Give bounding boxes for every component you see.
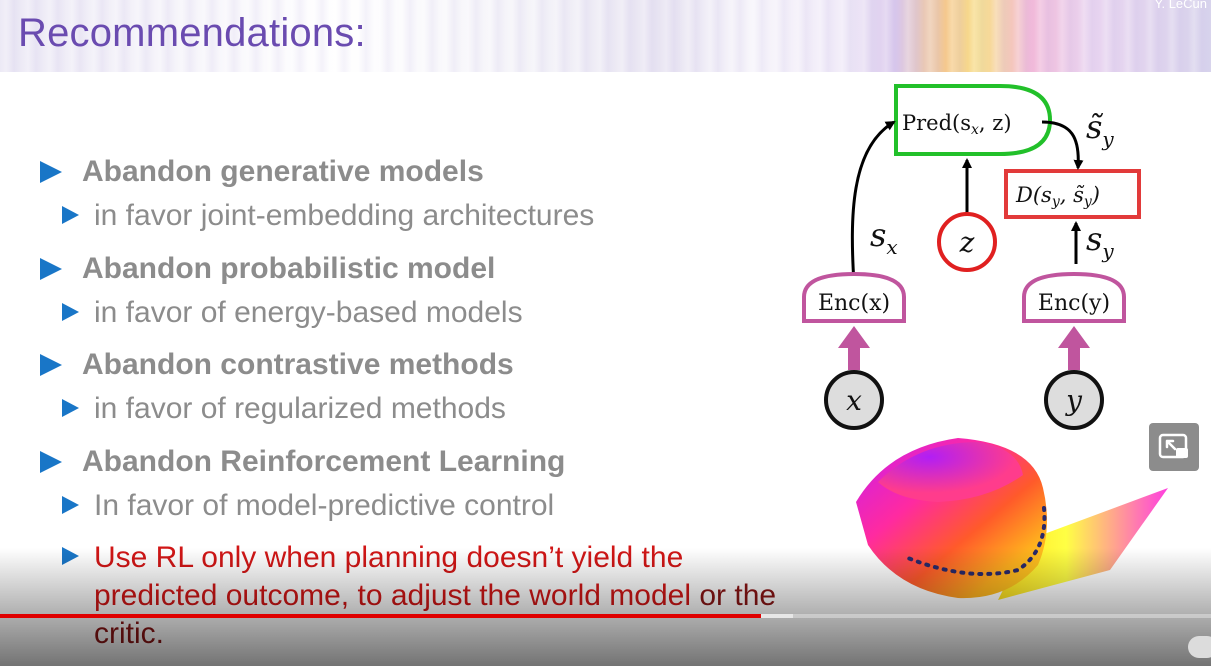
predicted-sy-label: s̃y (1086, 108, 1114, 151)
bullet-arrow-icon (40, 161, 62, 183)
progress-played (0, 614, 761, 618)
encoder-y-label: Enc(y) (1038, 291, 1110, 316)
bullet-arrow-icon (40, 451, 62, 473)
sub-bullet-text: in favor of regularized methods (94, 392, 506, 425)
bullet-item: Abandon generative models (40, 154, 484, 190)
progress-bar[interactable] (0, 614, 1211, 618)
bullet-text: Abandon Reinforcement Learning (82, 445, 566, 478)
sub-bullet-text: in favor joint-embedding architectures (94, 199, 595, 232)
sub-bullet-text: In favor of model-predictive control (94, 489, 555, 522)
predictor-label: Pred(sx, z) (902, 111, 1012, 138)
bullet-item: Abandon Reinforcement Learning (40, 444, 565, 480)
bullet-arrow-icon (62, 303, 79, 321)
latent-z-label: z (959, 226, 975, 259)
sy-label: sy (1086, 220, 1114, 263)
slide-title: Recommendations: (18, 11, 366, 55)
sub-bullet-item: in favor of energy-based models (62, 295, 523, 331)
highlight-text-main: Use RL only when planning doesn’t yield … (94, 541, 700, 612)
picture-in-picture-button[interactable] (1149, 423, 1199, 471)
highlight-text: Use RL only when planning doesn’t yield … (94, 539, 794, 653)
sub-bullet-item: In favor of model-predictive control (62, 488, 554, 524)
bullet-text: Abandon probabilistic model (82, 252, 496, 285)
bullet-item: Abandon probabilistic model (40, 251, 495, 287)
jepa-diagram: Pred(sx, z) s̃y D(sy, s̃y) sx sy z Enc(x… (802, 84, 1141, 430)
bullet-item: Abandon contrastive methods (40, 347, 514, 383)
sub-bullet-item: in favor joint-embedding architectures (62, 198, 594, 234)
y-to-encoder-arrow (1058, 326, 1090, 370)
x-to-encoder-arrow (838, 326, 870, 370)
sx-to-predictor-arrow (850, 120, 896, 285)
encoder-x-label: Enc(x) (818, 291, 890, 316)
bullet-arrow-icon (62, 547, 79, 565)
bullet-arrow-icon (62, 399, 79, 417)
sub-bullet-item-highlight: Use RL only when planning doesn’t yield … (62, 539, 794, 653)
bullet-arrow-icon (40, 258, 62, 280)
autoplay-toggle[interactable] (1188, 636, 1211, 658)
input-x-label: x (846, 384, 862, 417)
bullet-text: Abandon generative models (82, 155, 484, 188)
sx-label: sx (870, 216, 898, 259)
sub-bullet-text: in favor of energy-based models (94, 296, 523, 329)
energy-surface-illustration (856, 438, 1168, 600)
bullet-arrow-icon (40, 354, 62, 376)
bullet-arrow-icon (62, 496, 79, 514)
sub-bullet-item: in favor of regularized methods (62, 391, 506, 427)
picture-in-picture-icon (1158, 433, 1188, 459)
bullet-list: Abandon generative models in favor joint… (0, 0, 800, 666)
bullet-arrow-icon (62, 206, 79, 224)
input-y-label: y (1064, 384, 1083, 417)
slide-author: Y. LeCun (1154, 0, 1207, 11)
bullet-text: Abandon contrastive methods (82, 348, 514, 381)
